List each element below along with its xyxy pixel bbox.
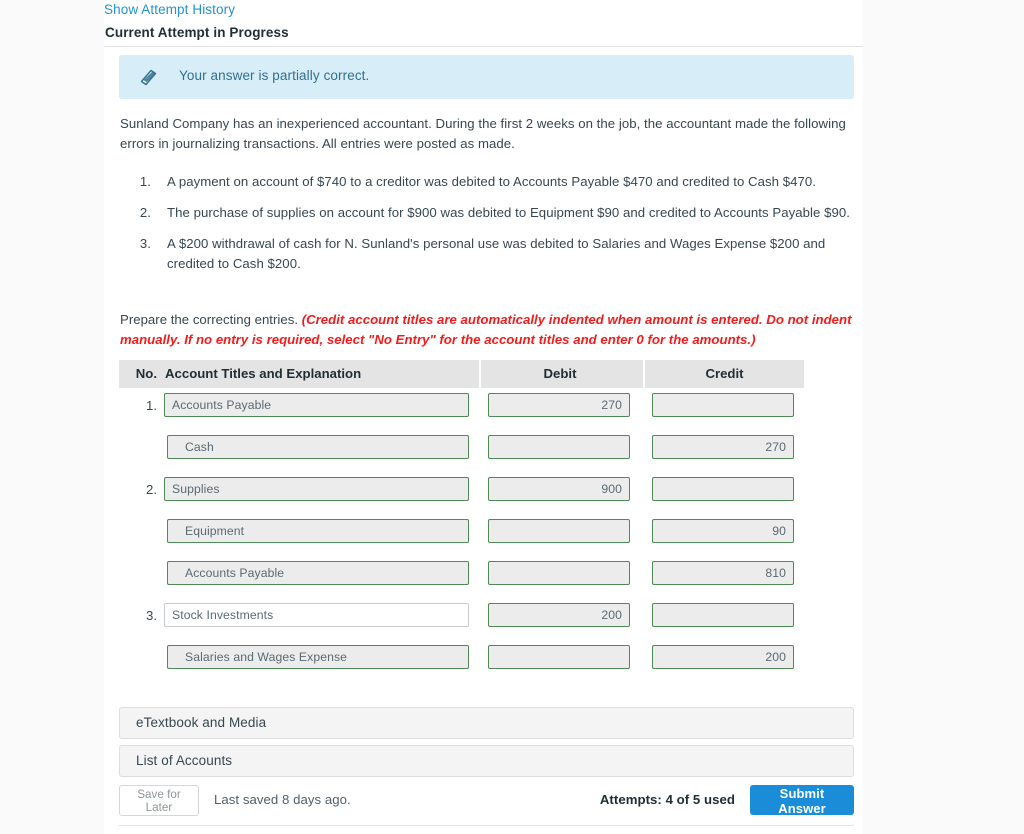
account-title-input[interactable] bbox=[167, 435, 469, 459]
list-of-accounts-accordion[interactable]: List of Accounts bbox=[119, 745, 854, 777]
list-item-text: A payment on account of $740 to a credit… bbox=[167, 174, 816, 189]
row-number: 1. bbox=[146, 398, 157, 413]
debit-amount-input[interactable] bbox=[488, 603, 630, 627]
column-header-debit: Debit bbox=[479, 360, 639, 388]
account-title-input[interactable] bbox=[164, 393, 469, 417]
status-banner: Your answer is partially correct. bbox=[119, 55, 854, 99]
account-title-input[interactable] bbox=[167, 519, 469, 543]
credit-amount-input[interactable] bbox=[652, 435, 794, 459]
list-item-number: 2. bbox=[139, 205, 151, 220]
credit-amount-input[interactable] bbox=[652, 561, 794, 585]
table-row bbox=[119, 640, 804, 682]
debit-amount-input[interactable] bbox=[488, 393, 630, 417]
account-title-input[interactable] bbox=[167, 561, 469, 585]
list-item: 2. The purchase of supplies on account f… bbox=[120, 203, 850, 223]
submit-answer-button[interactable]: Submit Answer bbox=[750, 785, 854, 816]
debit-amount-input[interactable] bbox=[488, 561, 630, 585]
credit-amount-input[interactable] bbox=[652, 519, 794, 543]
table-row: 2. bbox=[119, 472, 804, 514]
table-row bbox=[119, 514, 804, 556]
account-title-input[interactable] bbox=[167, 645, 469, 669]
journal-entry-table: No. Account Titles and Explanation Debit… bbox=[119, 360, 804, 682]
prepare-instruction: Prepare the correcting entries. (Credit … bbox=[120, 310, 854, 350]
table-row: 3. bbox=[119, 598, 804, 640]
column-header-account: Account Titles and Explanation bbox=[165, 366, 362, 381]
list-item-text: The purchase of supplies on account for … bbox=[167, 205, 850, 220]
problem-intro: Sunland Company has an inexperienced acc… bbox=[120, 116, 846, 152]
row-number: 3. bbox=[146, 608, 157, 623]
list-item-text: A $200 withdrawal of cash for N. Sunland… bbox=[167, 236, 826, 271]
list-item: 1. A payment on account of $740 to a cre… bbox=[120, 172, 850, 192]
account-title-input[interactable] bbox=[164, 603, 469, 627]
current-attempt-heading: Current Attempt in Progress bbox=[105, 25, 289, 40]
account-title-input[interactable] bbox=[164, 477, 469, 501]
status-banner-message: Your answer is partially correct. bbox=[179, 68, 370, 83]
prepare-label: Prepare the correcting entries. bbox=[120, 312, 299, 327]
debit-amount-input[interactable] bbox=[488, 519, 630, 543]
list-item: 3. A $200 withdrawal of cash for N. Sunl… bbox=[120, 234, 850, 274]
attempts-counter: Attempts: 4 of 5 used bbox=[599, 792, 735, 807]
footer-divider bbox=[119, 825, 854, 826]
table-row bbox=[119, 556, 804, 598]
table-row bbox=[119, 430, 804, 472]
credit-amount-input[interactable] bbox=[652, 477, 794, 501]
eraser-icon bbox=[137, 68, 159, 86]
list-item-number: 1. bbox=[139, 174, 151, 189]
row-number: 2. bbox=[146, 482, 157, 497]
debit-amount-input[interactable] bbox=[488, 477, 630, 501]
etextbook-and-media-accordion[interactable]: eTextbook and Media bbox=[119, 707, 854, 739]
header-divider bbox=[104, 46, 863, 47]
credit-amount-input[interactable] bbox=[652, 393, 794, 417]
table-row: 1. bbox=[119, 388, 804, 430]
credit-amount-input[interactable] bbox=[652, 645, 794, 669]
last-saved-status: Last saved 8 days ago. bbox=[214, 792, 351, 807]
save-for-later-button[interactable]: Save for Later bbox=[119, 785, 199, 816]
debit-amount-input[interactable] bbox=[488, 435, 630, 459]
table-header-row: No. Account Titles and Explanation Debit… bbox=[119, 360, 804, 388]
column-header-no: No. bbox=[135, 366, 157, 381]
debit-amount-input[interactable] bbox=[488, 645, 630, 669]
show-attempt-history-link[interactable]: Show Attempt History bbox=[104, 2, 235, 17]
footer-bar: Save for Later Last saved 8 days ago. At… bbox=[119, 785, 854, 817]
credit-amount-input[interactable] bbox=[652, 603, 794, 627]
error-list: 1. A payment on account of $740 to a cre… bbox=[120, 172, 850, 285]
list-item-number: 3. bbox=[139, 236, 151, 251]
column-header-credit: Credit bbox=[643, 360, 804, 388]
assignment-panel: Show Attempt History Current Attempt in … bbox=[104, 0, 863, 834]
